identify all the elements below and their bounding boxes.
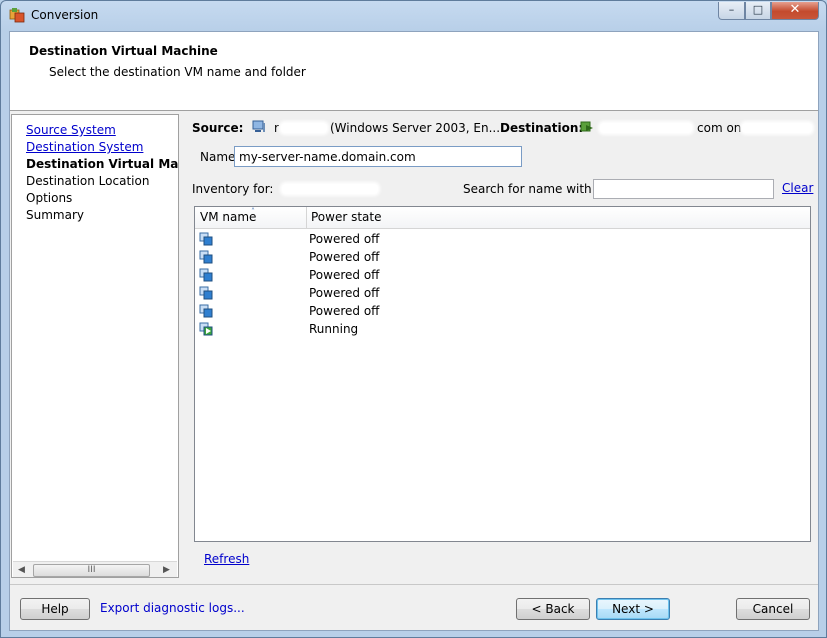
redacted-source-host xyxy=(281,123,327,133)
nav-horizontal-scrollbar[interactable]: ◀ III ▶ xyxy=(13,561,177,577)
vm-powered-off-icon xyxy=(199,232,213,246)
destination-host-suffix: com on xyxy=(697,121,742,135)
column-divider[interactable] xyxy=(306,207,307,228)
wizard-body: Destination Virtual Machine Select the d… xyxy=(9,31,819,631)
column-label-vm-name: VM name xyxy=(200,210,257,224)
vm-powered-off-icon xyxy=(199,286,213,300)
clear-search-link[interactable]: Clear xyxy=(782,181,813,195)
nav-step-summary: Summary xyxy=(26,208,84,222)
minimize-button[interactable]: – xyxy=(718,2,745,20)
vm-running-icon xyxy=(199,322,213,336)
power-state-cell: Powered off xyxy=(309,232,380,246)
redacted-vm-name xyxy=(219,234,299,244)
computer-icon xyxy=(252,120,265,132)
nav-step-source-system[interactable]: Source System xyxy=(26,123,116,137)
redacted-vm-name xyxy=(219,306,279,316)
close-button[interactable]: ✕ xyxy=(771,2,819,20)
vm-powered-off-icon xyxy=(199,250,213,264)
power-state-cell: Powered off xyxy=(309,250,380,264)
power-state-cell: Powered off xyxy=(309,268,380,282)
table-row[interactable]: Powered off xyxy=(195,248,810,266)
maximize-button[interactable]: □ xyxy=(745,2,771,20)
table-row[interactable]: Powered off xyxy=(195,266,810,284)
converter-app-icon xyxy=(9,8,25,23)
next-button[interactable]: Next > xyxy=(596,598,670,620)
table-row[interactable]: Powered off xyxy=(195,302,810,320)
redacted-vm-name xyxy=(219,252,279,262)
scrollbar-thumb[interactable]: III xyxy=(33,564,150,577)
redacted-vm-name xyxy=(219,288,279,298)
export-diagnostic-logs-link[interactable]: Export diagnostic logs... xyxy=(100,601,245,615)
power-state-cell: Powered off xyxy=(309,304,380,318)
table-row[interactable]: Running xyxy=(195,320,810,338)
back-button[interactable]: < Back xyxy=(516,598,590,620)
redacted-inventory-server xyxy=(282,184,378,194)
wizard-steps-panel: Source System Destination System Destina… xyxy=(11,114,179,578)
vm-powered-off-icon xyxy=(199,268,213,282)
redacted-vm-name xyxy=(219,270,279,280)
refresh-link[interactable]: Refresh xyxy=(204,552,249,566)
wizard-header: Destination Virtual Machine Select the d… xyxy=(10,32,818,111)
redacted-destination-host xyxy=(600,123,692,133)
page-subtitle: Select the destination VM name and folde… xyxy=(49,65,306,79)
conversion-window: Conversion – □ ✕ Destination Virtual Mac… xyxy=(0,0,827,638)
vm-inventory-table[interactable]: VM name ˄ Power state Powered off Powered… xyxy=(194,206,811,542)
cancel-button[interactable]: Cancel xyxy=(736,598,810,620)
table-header: VM name ˄ Power state xyxy=(195,207,810,229)
nav-step-destination-system[interactable]: Destination System xyxy=(26,140,143,154)
redacted-vm-name xyxy=(219,324,279,334)
nav-step-destination-location: Destination Location xyxy=(26,174,150,188)
table-row[interactable]: Powered off xyxy=(195,230,810,248)
main-panel: Source: r (Windows Server 2003, En... De… xyxy=(180,114,818,578)
power-state-cell: Powered off xyxy=(309,286,380,300)
sort-ascending-icon: ˄ xyxy=(251,207,255,216)
source-os: (Windows Server 2003, En... xyxy=(330,121,501,135)
inventory-label: Inventory for: xyxy=(192,182,274,196)
vcenter-icon xyxy=(580,121,593,132)
power-state-cell: Running xyxy=(309,322,359,336)
title-bar[interactable]: Conversion – □ ✕ xyxy=(1,1,826,29)
nav-step-options: Options xyxy=(26,191,73,205)
source-host: r xyxy=(274,121,279,135)
table-row[interactable]: Powered off xyxy=(195,284,810,302)
redacted-destination-server xyxy=(742,123,812,133)
search-label: Search for name with: xyxy=(463,182,596,196)
vm-powered-off-icon xyxy=(199,304,213,318)
nav-step-destination-virtual-machine: Destination Virtual Machi xyxy=(26,157,179,171)
column-header-power-state[interactable]: Power state xyxy=(311,210,382,224)
source-label: Source: xyxy=(192,121,244,135)
search-name-input[interactable] xyxy=(593,179,774,199)
window-title: Conversion xyxy=(31,8,99,22)
scroll-left-icon[interactable]: ◀ xyxy=(18,565,25,575)
footer-divider xyxy=(10,584,818,585)
help-button[interactable]: Help xyxy=(20,598,90,620)
scroll-right-icon[interactable]: ▶ xyxy=(163,565,170,575)
destination-label: Destination: xyxy=(500,121,584,135)
column-header-vm-name[interactable]: VM name ˄ xyxy=(200,207,257,224)
vm-name-input[interactable] xyxy=(234,146,522,167)
page-title: Destination Virtual Machine xyxy=(29,44,218,58)
